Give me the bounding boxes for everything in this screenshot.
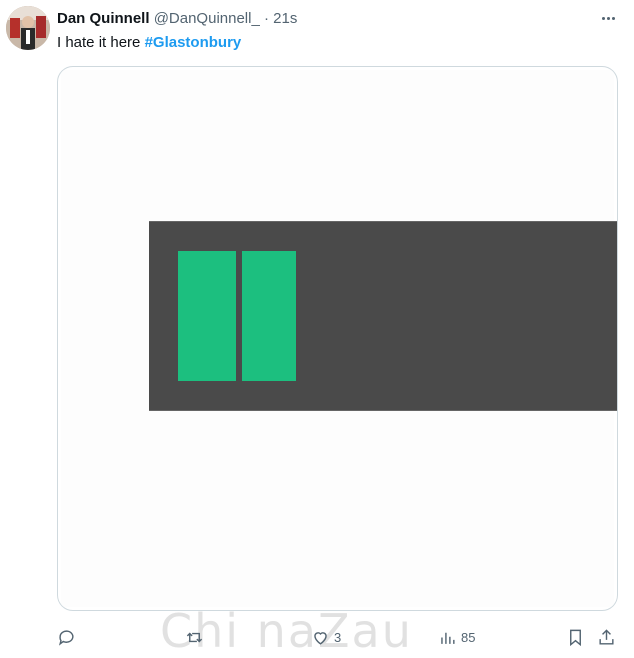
retweet-icon [186,632,203,642]
more-options-button[interactable] [598,10,618,26]
reply-icon [58,629,74,646]
battery-cell [242,251,296,381]
like-count: 3 [334,629,342,645]
tweet-media[interactable] [57,66,618,611]
bookmark-icon [570,629,581,646]
views-icon [441,632,455,644]
tweet-text: I hate it here #Glastonbury [57,33,241,53]
avatar[interactable] [6,6,50,50]
battery-cell [178,251,236,381]
tweet-body: I hate it here [57,34,141,51]
views-count: 85 [461,629,476,645]
like-button[interactable]: 3 [311,624,341,650]
more-icon [601,16,605,20]
bookmark-button[interactable] [566,624,585,650]
author-name[interactable]: Dan Quinnell [57,10,150,27]
hashtag-link[interactable]: #Glastonbury [145,34,242,51]
share-icon [599,628,614,645]
reply-button[interactable] [57,624,76,650]
views-button[interactable]: 85 [438,624,475,650]
tweet-header: Dan Quinnell @DanQuinnell_ · 21s [57,9,297,29]
timestamp[interactable]: 21s [273,10,297,27]
share-button[interactable] [597,624,616,650]
separator-dot: · [263,10,269,27]
tweet-actions: 3 85 [57,624,622,650]
author-handle[interactable]: @DanQuinnell_ [154,10,260,27]
heart-icon [314,631,327,645]
battery-body [149,221,617,411]
avatar-image [6,6,50,50]
media-image [61,70,617,607]
retweet-button[interactable] [185,624,204,650]
